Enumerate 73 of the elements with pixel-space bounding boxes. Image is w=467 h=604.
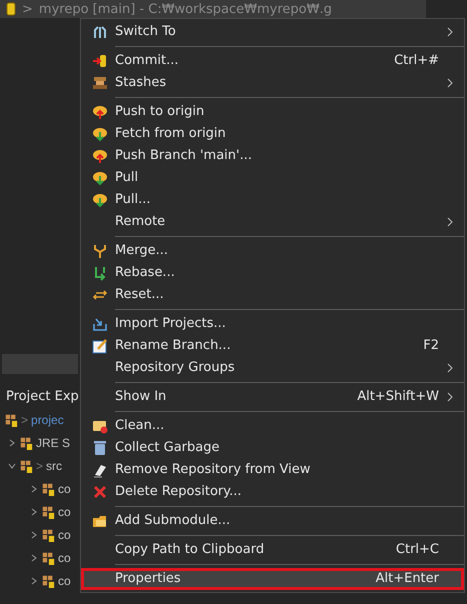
folder-icon [92,418,108,434]
collapsed-chevron-icon[interactable] [30,508,38,516]
menu-item[interactable]: Pull... [81,189,464,211]
import-icon [92,316,108,332]
decorator-text: > [21,412,28,426]
menu-item[interactable]: Switch To [81,21,464,43]
expanded-chevron-icon[interactable] [8,462,16,470]
decorator-text: > [36,458,44,472]
menu-item[interactable]: Merge... [81,240,464,262]
collapsed-chevron-icon[interactable] [8,438,16,446]
repository-label: myrepo [main] - C:₩workspace₩myrepo₩.g [38,2,332,16]
package-icon [41,528,55,542]
menu-item[interactable]: Remote [81,211,464,233]
cloud-down-arrow-icon [92,192,108,208]
decorator-text: > [22,2,33,16]
package-icon [41,574,55,588]
collapsed-chevron-icon[interactable] [30,576,38,584]
menu-item[interactable]: Commit... Ctrl+# [81,50,464,72]
menu-item[interactable]: Push to origin [81,101,464,123]
package-icon [41,550,55,564]
tree-item-label[interactable]: co [58,528,71,542]
project-explorer-tab[interactable]: Project Exp [0,386,80,408]
submenu-chevron-icon [447,363,453,373]
cloud-down-arrow-icon [92,170,108,186]
collapsed-chevron-icon[interactable] [30,484,38,492]
cloud-down-arrow-icon [92,126,108,142]
delete-icon [92,484,108,500]
tree-item-label[interactable]: projec [31,412,64,426]
menu-item[interactable]: Rebase... [81,262,464,284]
tree-item-label[interactable]: JRE S [36,436,70,450]
package-icon [4,412,18,426]
menu-item[interactable]: Show In Alt+Shift+W [81,386,464,408]
tree-item-label[interactable]: co [58,504,71,518]
cloud-up-arrow-icon [92,104,108,120]
collapsed-chevron-icon[interactable] [30,554,38,562]
tree-item-label[interactable]: src [46,458,62,472]
package-icon [19,458,33,472]
pencil-icon [92,338,108,354]
eraser-icon [92,462,108,478]
menu-item[interactable]: Delete Repository... [81,481,464,503]
menu-item[interactable]: Pull [81,167,464,189]
folder-open-icon [92,513,108,529]
menu-item[interactable]: Collect Garbage [81,437,464,459]
menu-item[interactable]: Repository Groups [81,357,464,379]
menu-item[interactable]: Fetch from origin [81,123,464,145]
menu-item[interactable]: Stashes [81,72,464,94]
menu-item[interactable]: Rename Branch... F2 [81,335,464,357]
trash-icon [92,440,108,456]
menu-item[interactable]: Clean... [81,415,464,437]
menu-item[interactable]: Copy Path to Clipboard Ctrl+C [81,539,464,561]
chest-icon [92,75,108,91]
menu-item[interactable]: Properties Alt+Enter [81,568,464,590]
tree-item-label[interactable]: co [58,574,71,588]
merge-icon [92,243,108,259]
submenu-chevron-icon [447,392,453,402]
commit-icon [92,53,108,69]
tree-item-label[interactable]: co [58,482,71,496]
submenu-chevron-icon [447,217,453,227]
menu-item[interactable]: Reset... [81,284,464,306]
repository-icon [6,2,16,16]
package-icon [41,482,55,496]
package-icon [19,436,33,450]
menu-item[interactable]: Import Projects... [81,313,464,335]
menu-item[interactable]: Push Branch 'main'... [81,145,464,167]
tree-item-label[interactable]: co [58,550,71,564]
menu-item[interactable]: Add Submodule... [81,510,464,532]
cloud-up-arrow-icon [92,148,108,164]
branches-icon [92,24,108,40]
package-icon [41,504,55,518]
submenu-chevron-icon [447,78,453,88]
submenu-chevron-icon [447,27,453,37]
collapsed-chevron-icon[interactable] [30,530,38,538]
menu-item[interactable]: Remove Repository from View [81,459,464,481]
